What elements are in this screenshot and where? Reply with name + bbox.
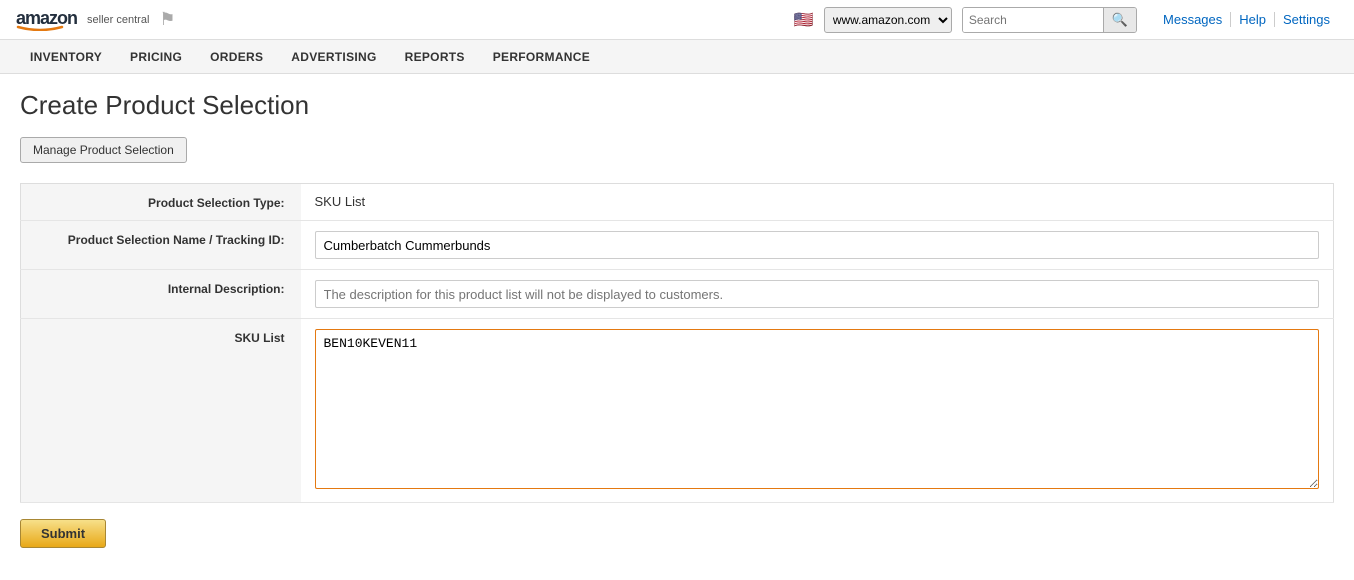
country-flag-icon: 🇺🇸	[794, 10, 814, 30]
submit-area: Submit	[20, 503, 1334, 564]
settings-link[interactable]: Settings	[1274, 12, 1338, 27]
header: amazon seller central ⚑ 🇺🇸 www.amazon.co…	[0, 0, 1354, 40]
nav-reports[interactable]: Reports	[391, 40, 479, 73]
product-selection-name-input[interactable]	[315, 231, 1320, 259]
logo-area: amazon seller central ⚑	[16, 9, 176, 31]
product-selection-type-value: SKU List	[301, 184, 1334, 221]
internal-description-input[interactable]	[315, 280, 1320, 308]
form-row-type: Product Selection Type: SKU List	[21, 184, 1334, 221]
product-selection-type-label: Product Selection Type:	[21, 184, 301, 221]
messages-link[interactable]: Messages	[1155, 12, 1230, 27]
nav-orders[interactable]: Orders	[196, 40, 277, 73]
form-table: Product Selection Type: SKU List Product…	[20, 183, 1334, 503]
page-content: Create Product Selection Manage Product …	[0, 74, 1354, 580]
header-links: Messages Help Settings	[1155, 12, 1338, 27]
internal-description-value-cell	[301, 270, 1334, 319]
search-icon: 🔍	[1112, 12, 1128, 27]
form-row-name: Product Selection Name / Tracking ID:	[21, 221, 1334, 270]
nav-inventory[interactable]: Inventory	[16, 40, 116, 73]
sku-list-label: SKU List	[21, 319, 301, 503]
search-input[interactable]	[963, 8, 1103, 32]
sku-list-textarea[interactable]	[315, 329, 1320, 489]
sku-list-text: SKU List	[315, 190, 366, 209]
nav: Inventory Pricing Orders Advertising Rep…	[0, 40, 1354, 74]
amazon-logo: amazon	[16, 9, 77, 31]
search-button[interactable]: 🔍	[1103, 8, 1136, 32]
nav-advertising[interactable]: Advertising	[277, 40, 390, 73]
amazon-smile-icon	[16, 25, 64, 31]
search-box: 🔍	[962, 7, 1137, 33]
sku-list-value-cell	[301, 319, 1334, 503]
form-row-sku: SKU List	[21, 319, 1334, 503]
region-select[interactable]: www.amazon.com	[824, 7, 952, 33]
flag-icon: ⚑	[159, 9, 175, 30]
form-row-description: Internal Description:	[21, 270, 1334, 319]
help-link[interactable]: Help	[1230, 12, 1274, 27]
product-selection-name-label: Product Selection Name / Tracking ID:	[21, 221, 301, 270]
product-selection-name-value-cell	[301, 221, 1334, 270]
internal-description-label: Internal Description:	[21, 270, 301, 319]
seller-central-label: seller central	[87, 14, 149, 26]
manage-product-selection-button[interactable]: Manage Product Selection	[20, 137, 187, 163]
page-title: Create Product Selection	[20, 90, 1334, 121]
nav-performance[interactable]: Performance	[479, 40, 604, 73]
nav-pricing[interactable]: Pricing	[116, 40, 196, 73]
submit-button[interactable]: Submit	[20, 519, 106, 548]
